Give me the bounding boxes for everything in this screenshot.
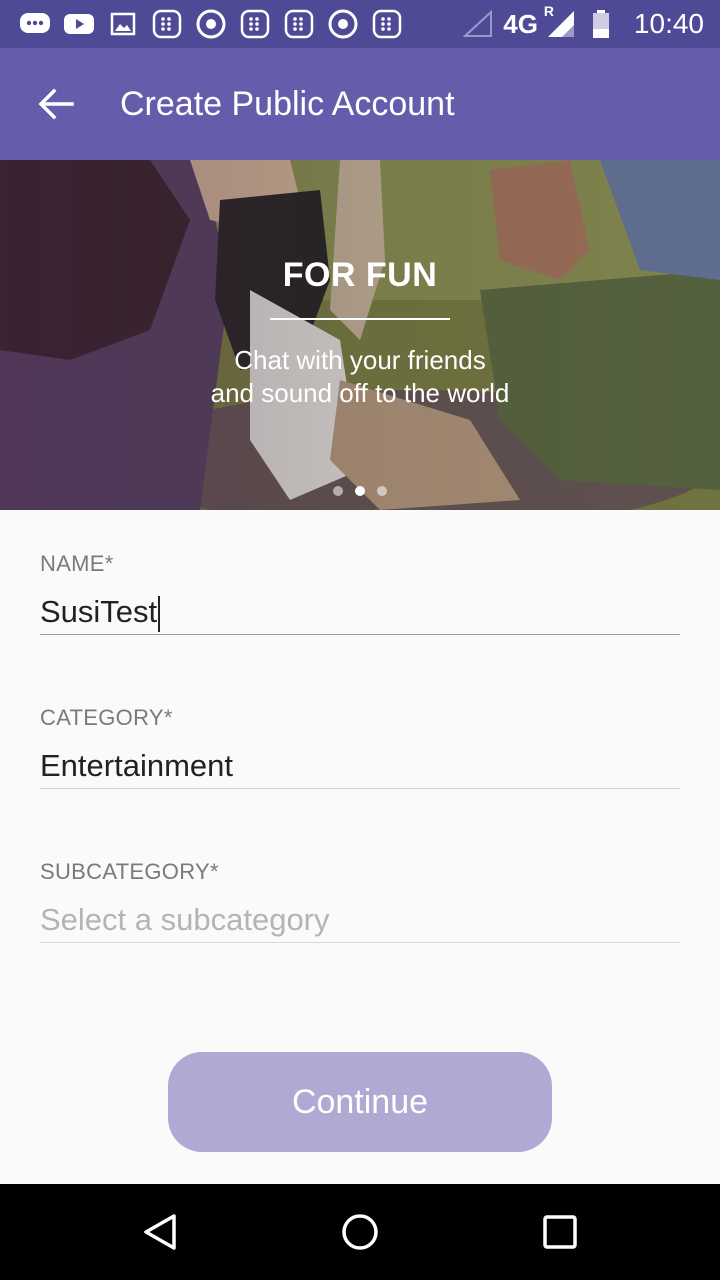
signal-empty-icon	[461, 9, 495, 39]
banner-subtitle: Chat with your friends and sound off to …	[0, 344, 720, 410]
subcategory-field: SUBCATEGORY* Select a subcategory	[40, 859, 680, 943]
app-bar: Create Public Account	[0, 48, 720, 160]
carousel-dot[interactable]	[333, 486, 343, 496]
carousel-dot[interactable]	[377, 486, 387, 496]
messages-icon	[18, 9, 52, 39]
subcategory-label: SUBCATEGORY*	[40, 859, 219, 884]
banner-overlay	[0, 160, 720, 510]
app-grid-icon	[238, 9, 272, 39]
name-label: NAME*	[40, 551, 114, 576]
banner-subtitle-line: and sound off to the world	[210, 378, 510, 408]
signal-icon: R	[544, 3, 576, 39]
name-input[interactable]: SusiTest	[40, 589, 680, 635]
app-grid-icon	[150, 9, 184, 39]
banner-title: FOR FUN	[282, 256, 438, 294]
notification-icons	[18, 9, 404, 39]
name-value: SusiTest	[40, 594, 158, 629]
carousel-indicator	[0, 486, 720, 496]
clock: 10:40	[633, 8, 704, 39]
category-select[interactable]: Entertainment	[40, 743, 680, 789]
continue-button[interactable]: Continue	[168, 1052, 552, 1152]
carousel-dot-active[interactable]	[355, 486, 365, 496]
youtube-icon	[62, 9, 96, 39]
system-status: 4G R 10:40	[461, 3, 704, 40]
recents-square-icon	[543, 1215, 577, 1249]
back-triangle-icon	[144, 1214, 176, 1250]
text-cursor	[158, 595, 161, 632]
category-label: CATEGORY*	[40, 705, 173, 730]
nav-recents-button[interactable]	[520, 1192, 600, 1272]
banner-carousel[interactable]: FOR FUN Chat with your friends and sound…	[0, 160, 720, 510]
category-field: CATEGORY* Entertainment	[40, 705, 680, 789]
app-grid-icon	[282, 9, 316, 39]
nav-back-button[interactable]	[120, 1192, 200, 1272]
chrome-icon	[194, 9, 228, 39]
banner-subtitle-line: Chat with your friends	[234, 345, 486, 375]
app-grid-icon	[370, 9, 404, 39]
page-title: Create Public Account	[120, 84, 455, 123]
arrow-back-icon	[38, 88, 74, 120]
name-field: NAME* SusiTest	[40, 551, 680, 635]
chrome-icon	[326, 9, 360, 39]
system-nav-bar	[0, 1184, 720, 1280]
roaming-indicator: R	[543, 3, 555, 19]
banner-divider	[270, 318, 450, 320]
status-bar: 4G R 10:40	[0, 0, 720, 48]
back-button[interactable]	[0, 48, 112, 160]
home-circle-icon	[342, 1214, 378, 1250]
subcategory-select[interactable]: Select a subcategory	[40, 897, 680, 943]
network-type: 4G	[503, 8, 538, 39]
battery-icon	[584, 9, 618, 39]
gallery-icon	[106, 9, 140, 39]
nav-home-button[interactable]	[320, 1192, 400, 1272]
